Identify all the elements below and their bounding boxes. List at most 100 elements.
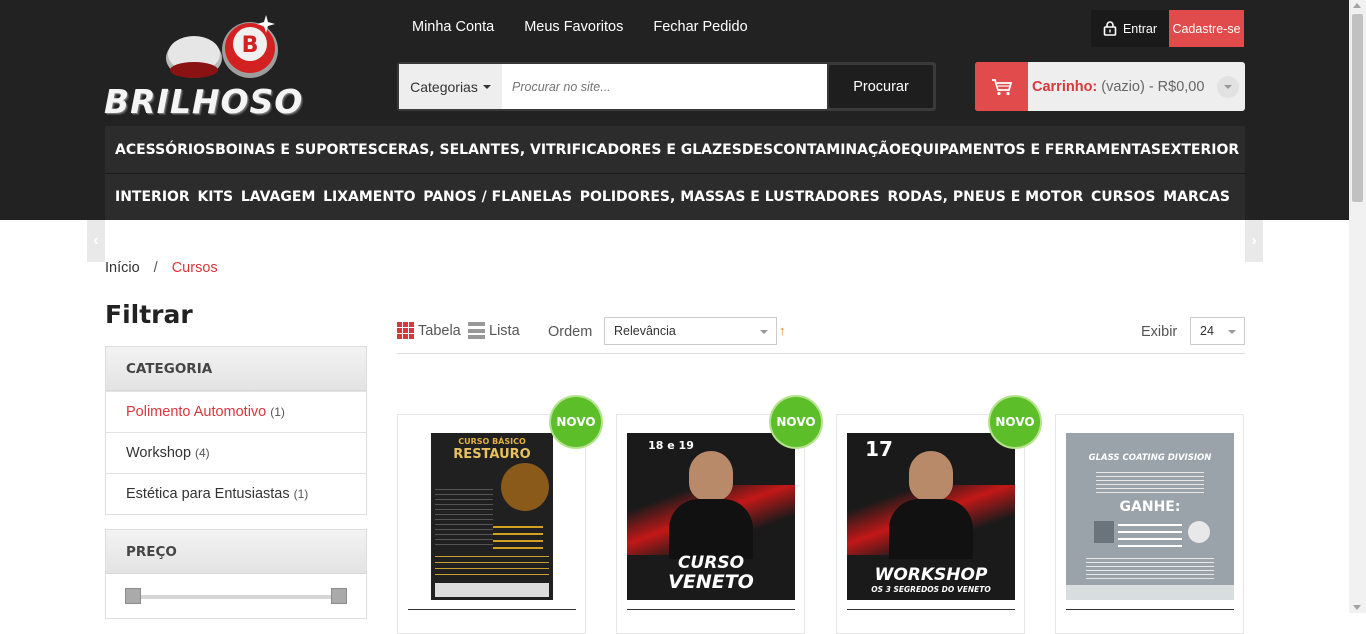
top-links: Minha Conta Meus Favoritos Fechar Pedido (412, 19, 748, 35)
nav-item-marcas[interactable]: MARCAS (1163, 189, 1230, 205)
carousel-next-arrow-icon[interactable]: › (1245, 220, 1263, 262)
breadcrumb-home[interactable]: Início (105, 260, 140, 276)
nav-item-lavagem[interactable]: LAVAGEM (241, 189, 316, 205)
poster-text: VENETO (668, 571, 754, 593)
site-header: B BRILHOSO Minha Conta Meus Favoritos Fe… (0, 0, 1349, 220)
category-count: (1) (293, 487, 309, 501)
cart-label: Carrinho: (1032, 78, 1098, 95)
nav-item-equipamentos[interactable]: EQUIPAMENTOS E FERRAMENTAS (901, 142, 1161, 158)
view-table-toggle[interactable]: Tabela (397, 322, 461, 339)
card-divider (627, 609, 795, 610)
view-list-toggle[interactable]: Lista (468, 322, 520, 339)
category-header[interactable]: CATEGORIA (106, 347, 366, 391)
poster-text: 18 e 19 (648, 439, 694, 452)
nav-item-lixamento[interactable]: LIXAMENTO (323, 189, 415, 205)
product-image[interactable]: GLASS COATING DIVISION GANHE: (1066, 433, 1234, 600)
nav-item-rodas[interactable]: RODAS, PNEUS E MOTOR (887, 189, 1083, 205)
card-divider (847, 609, 1015, 610)
search-bar: Categorias Procurar (397, 62, 936, 111)
chevron-down-icon (1228, 330, 1236, 334)
view-table-label: Tabela (418, 322, 461, 339)
nav-item-cursos[interactable]: CURSOS (1091, 189, 1156, 205)
nav-item-acessorios[interactable]: ACESSÓRIOS (115, 142, 215, 158)
logo-wordmark: BRILHOSO (104, 82, 304, 121)
listing-toolbar: Tabela Lista Ordem Relevância ↑ Exibir 2… (397, 316, 1245, 354)
new-badge: NOVO (551, 397, 601, 447)
cart-widget[interactable]: Carrinho: (vazio) - R$0,00 (975, 62, 1245, 111)
poster-text: CURSO (677, 553, 745, 573)
price-range-slider[interactable] (125, 588, 347, 606)
order-select[interactable]: Relevância (604, 317, 777, 345)
poster-text: RESTAURO (453, 447, 531, 462)
logo-emblem: B (166, 15, 278, 78)
nav-item-interior[interactable]: INTERIOR (115, 189, 190, 205)
cart-status: (vazio) - R$0,00 (1101, 78, 1205, 95)
sort-direction-icon[interactable]: ↑ (779, 323, 786, 338)
price-header[interactable]: PREÇO (106, 530, 366, 574)
show-label: Exibir (1141, 324, 1178, 340)
poster-text: GANHE: (1119, 499, 1181, 515)
search-button[interactable]: Procurar (829, 65, 933, 108)
page-scrollbar[interactable] (1349, 0, 1366, 613)
lock-icon (1103, 21, 1117, 36)
cart-dropdown-toggle[interactable] (1217, 76, 1239, 98)
categories-dropdown[interactable]: Categorias (399, 64, 502, 109)
category-option-workshop[interactable]: Workshop (4) (106, 432, 366, 473)
favorites-link[interactable]: Meus Favoritos (524, 19, 623, 35)
nav-item-boinas[interactable]: BOINAS E SUPORTES (215, 142, 378, 158)
card-divider (408, 609, 576, 610)
scroll-down-icon[interactable] (1353, 605, 1361, 610)
chevron-down-icon (1224, 85, 1232, 89)
poster-text: WORKSHOP (874, 565, 988, 585)
product-image[interactable]: 17 WORKSHOP OS 3 SEGREDOS DO VENETO (847, 433, 1015, 600)
cart-summary: Carrinho: (vazio) - R$0,00 (1032, 79, 1204, 95)
scrollbar-thumb[interactable] (1352, 14, 1363, 202)
new-badge: NOVO (990, 397, 1040, 447)
brand-logo[interactable]: B BRILHOSO (104, 10, 370, 121)
product-image[interactable]: 18 e 19 CURSO VENETO (627, 433, 795, 600)
auth-buttons: Entrar Cadastre-se (1091, 10, 1244, 47)
poster-text: GLASS COATING DIVISION (1088, 453, 1212, 463)
category-count: (4) (195, 446, 210, 460)
grid-icon (397, 322, 414, 339)
show-count-select[interactable]: 24 (1190, 317, 1245, 345)
product-card[interactable]: CURSO BÁSICO RESTAURO (397, 414, 586, 634)
new-badge: NOVO (771, 397, 821, 447)
logo-letter: B (242, 33, 259, 58)
product-image[interactable]: CURSO BÁSICO RESTAURO (431, 433, 553, 600)
category-option-estetica[interactable]: Estética para Entusiastas (1) (106, 473, 366, 514)
filter-title: Filtrar (105, 300, 193, 329)
search-input[interactable] (502, 64, 827, 109)
order-label: Ordem (548, 324, 593, 340)
login-label: Entrar (1122, 21, 1158, 36)
my-account-link[interactable]: Minha Conta (412, 19, 494, 35)
nav-item-ceras[interactable]: CERAS, SELANTES, VITRIFICADORES E GLAZES (378, 142, 742, 158)
nav-item-kits[interactable]: KITS (197, 189, 233, 205)
category-filter-panel: CATEGORIA Polimento Automotivo (1) Works… (105, 346, 367, 515)
category-option-polimento[interactable]: Polimento Automotivo (1) (106, 391, 366, 432)
nav-item-panos[interactable]: PANOS / FLANELAS (423, 189, 572, 205)
product-card[interactable]: 17 WORKSHOP OS 3 SEGREDOS DO VENETO (836, 414, 1025, 634)
chevron-down-icon (760, 330, 768, 334)
caret-down-icon (482, 84, 491, 89)
carousel-prev-arrow-icon[interactable]: ‹ (87, 220, 105, 262)
nav-item-exterior[interactable]: EXTERIOR (1161, 142, 1239, 158)
slider-max-handle[interactable] (331, 588, 347, 604)
breadcrumb-current: Cursos (171, 260, 218, 276)
nav-item-descontaminacao[interactable]: DESCONTAMINAÇÃO (742, 142, 901, 158)
nav-item-polidores[interactable]: POLIDORES, MASSAS E LUSTRADORES (580, 189, 880, 205)
slider-min-handle[interactable] (125, 588, 141, 604)
order-value: Relevância (614, 324, 676, 338)
category-label: Workshop (126, 445, 192, 461)
signup-button[interactable]: Cadastre-se (1169, 10, 1244, 47)
login-button[interactable]: Entrar (1091, 10, 1169, 47)
product-card[interactable]: 18 e 19 CURSO VENETO (616, 414, 805, 634)
category-label: Polimento Automotivo (126, 404, 267, 420)
scroll-up-icon[interactable] (1353, 3, 1361, 8)
view-list-label: Lista (489, 322, 520, 339)
cart-icon (975, 62, 1028, 111)
slider-track (131, 595, 341, 599)
card-divider (1066, 609, 1234, 610)
product-card[interactable]: GLASS COATING DIVISION GANHE: (1055, 414, 1244, 634)
checkout-link[interactable]: Fechar Pedido (653, 19, 747, 35)
